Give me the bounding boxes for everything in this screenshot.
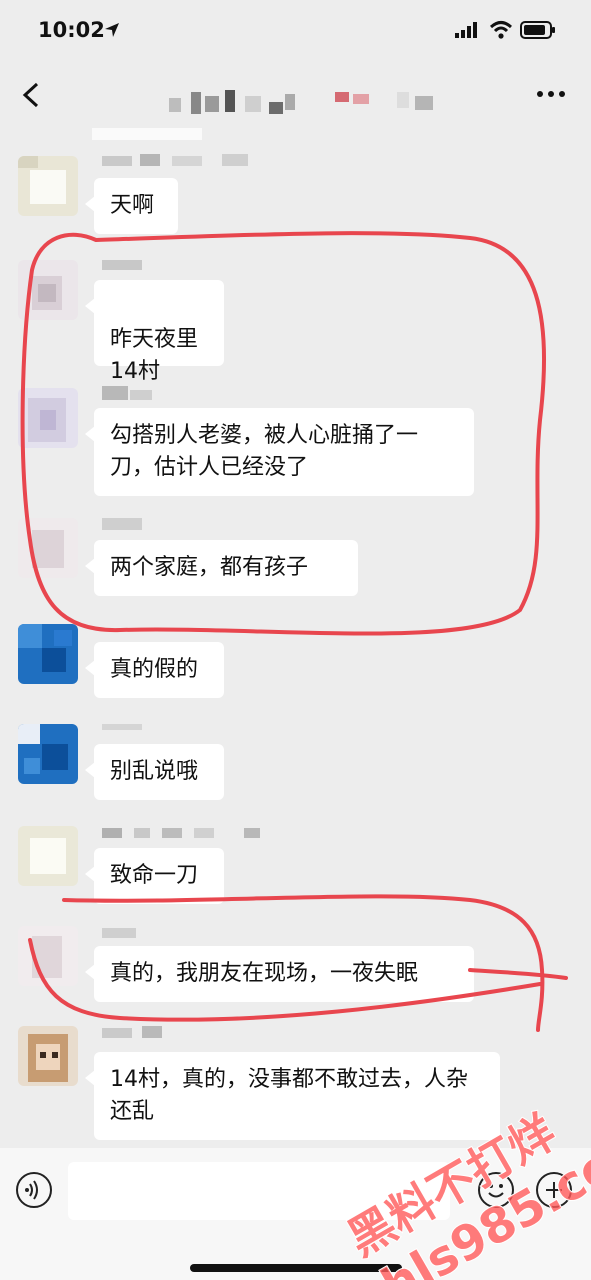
cellular-signal-icon bbox=[455, 22, 477, 38]
message-text: 别乱说哦 bbox=[110, 759, 199, 784]
message-text: 真的假的 bbox=[110, 657, 199, 682]
message-text: 真的，我朋友在现场，一夜失眠 bbox=[110, 961, 419, 986]
message-bubble[interactable]: 真的假的 bbox=[85, 642, 224, 698]
emoji-icon[interactable] bbox=[478, 1172, 514, 1208]
avatar[interactable] bbox=[18, 156, 78, 216]
location-arrow-icon bbox=[105, 23, 119, 37]
home-indicator bbox=[190, 1264, 402, 1272]
wifi-icon bbox=[489, 21, 513, 39]
avatar[interactable] bbox=[18, 624, 78, 684]
avatar[interactable] bbox=[18, 388, 78, 448]
nickname-pixelated bbox=[102, 724, 142, 730]
chat-input-bar bbox=[0, 1148, 591, 1280]
avatar[interactable] bbox=[18, 260, 78, 320]
plus-icon[interactable] bbox=[536, 1172, 572, 1208]
message-text: 致命一刀 bbox=[110, 863, 199, 888]
status-bar: 10:02 bbox=[0, 0, 591, 62]
message-text: 14村，真的，没事都不敢过去，人杂还乱 bbox=[110, 1067, 468, 1124]
nickname-pixelated bbox=[102, 928, 136, 938]
message-text: 勾搭别人老婆，被人心脏捅了一刀，估计人已经没了 bbox=[110, 423, 419, 480]
message-bubble[interactable]: 真的，我朋友在现场，一夜失眠 bbox=[85, 946, 474, 1002]
avatar[interactable] bbox=[18, 724, 78, 784]
partial-message-top bbox=[92, 128, 202, 140]
avatar[interactable] bbox=[18, 1026, 78, 1086]
nickname-pixelated bbox=[102, 828, 260, 838]
nickname-pixelated bbox=[102, 1026, 162, 1038]
message-text: 天啊 bbox=[110, 193, 155, 218]
avatar[interactable] bbox=[18, 518, 78, 578]
message-bubble[interactable]: 天啊 bbox=[85, 178, 178, 234]
message-bubble[interactable]: 两个家庭，都有孩子 bbox=[85, 540, 358, 596]
message-input[interactable] bbox=[68, 1162, 450, 1220]
nickname-pixelated bbox=[102, 260, 142, 270]
battery-icon bbox=[520, 21, 555, 39]
status-time: 10:02 bbox=[38, 18, 105, 42]
message-bubble[interactable]: 14村，真的，没事都不敢过去，人杂还乱 bbox=[85, 1052, 500, 1140]
message-text: 两个家庭，都有孩子 bbox=[110, 555, 309, 580]
nickname-pixelated bbox=[102, 386, 152, 400]
more-options-icon[interactable] bbox=[536, 86, 566, 102]
avatar[interactable] bbox=[18, 826, 78, 886]
message-bubble[interactable]: 勾搭别人老婆，被人心脏捅了一刀，估计人已经没了 bbox=[85, 408, 474, 496]
nickname-pixelated bbox=[102, 518, 142, 530]
avatar[interactable] bbox=[18, 926, 78, 986]
chat-title-pixelated bbox=[169, 90, 433, 114]
message-text: 昨天夜里 14村 bbox=[110, 327, 199, 384]
chat-header bbox=[0, 62, 591, 128]
nickname-pixelated bbox=[102, 154, 248, 166]
back-chevron-icon[interactable] bbox=[20, 82, 42, 108]
message-bubble[interactable]: 昨天夜里 14村 bbox=[85, 280, 224, 384]
message-bubble[interactable]: 致命一刀 bbox=[85, 848, 224, 904]
message-bubble[interactable]: 别乱说哦 bbox=[85, 744, 224, 800]
voice-input-icon[interactable] bbox=[16, 1172, 52, 1208]
